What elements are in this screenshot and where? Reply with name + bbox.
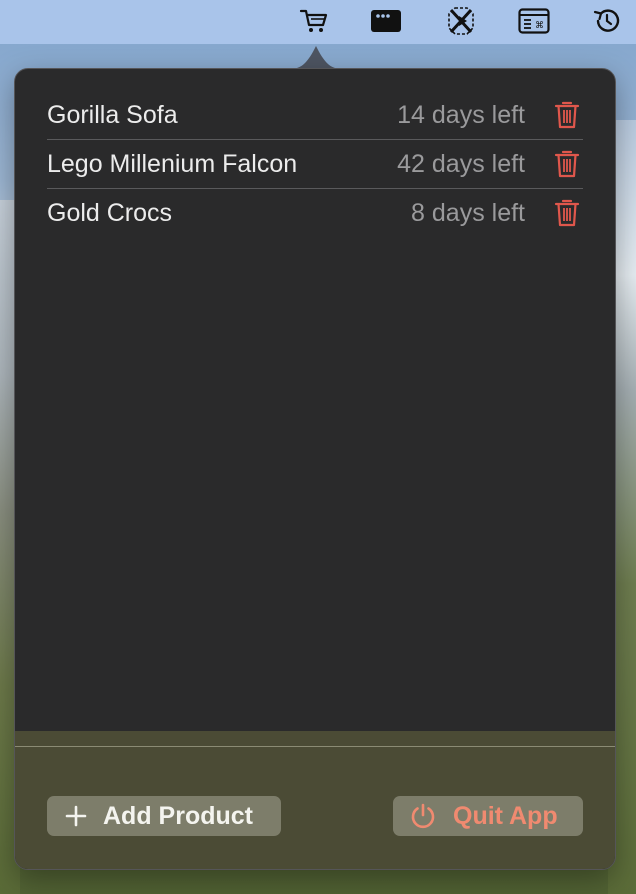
trash-icon[interactable]	[551, 196, 583, 230]
trash-icon[interactable]	[551, 147, 583, 181]
window-command-icon[interactable]: ⌘	[517, 6, 551, 36]
window-dots-icon[interactable]	[369, 6, 403, 36]
plus-icon	[65, 805, 87, 827]
add-product-button[interactable]: Add Product	[47, 796, 281, 836]
days-left: 8 days left	[411, 198, 525, 227]
product-row: Lego Millenium Falcon 42 days left	[47, 140, 583, 189]
menu-bar: ⌘	[0, 0, 636, 44]
product-row: Gorilla Sofa 14 days left	[47, 91, 583, 140]
trash-icon[interactable]	[551, 98, 583, 132]
quit-app-label: Quit App	[453, 801, 558, 830]
cursor-app-icon[interactable]	[444, 6, 478, 36]
power-icon	[409, 802, 437, 830]
days-left: 42 days left	[397, 149, 525, 178]
popover-arrow	[290, 46, 342, 69]
product-name: Gold Crocs	[47, 198, 173, 227]
quit-app-button[interactable]: Quit App	[393, 796, 583, 836]
product-row: Gold Crocs 8 days left	[47, 189, 583, 237]
product-name: Gorilla Sofa	[47, 100, 178, 129]
products-popover: Gorilla Sofa 14 days left Lego Millenium…	[14, 68, 616, 870]
days-left: 14 days left	[397, 100, 525, 129]
time-machine-icon[interactable]	[590, 6, 624, 36]
product-name: Lego Millenium Falcon	[47, 149, 298, 178]
product-list: Gorilla Sofa 14 days left Lego Millenium…	[47, 91, 583, 237]
add-product-label: Add Product	[103, 801, 253, 830]
popover-footer: Add Product Quit App	[15, 731, 615, 869]
svg-text:⌘: ⌘	[535, 21, 544, 31]
footer-divider	[15, 746, 615, 747]
cart-icon[interactable]	[297, 6, 331, 36]
